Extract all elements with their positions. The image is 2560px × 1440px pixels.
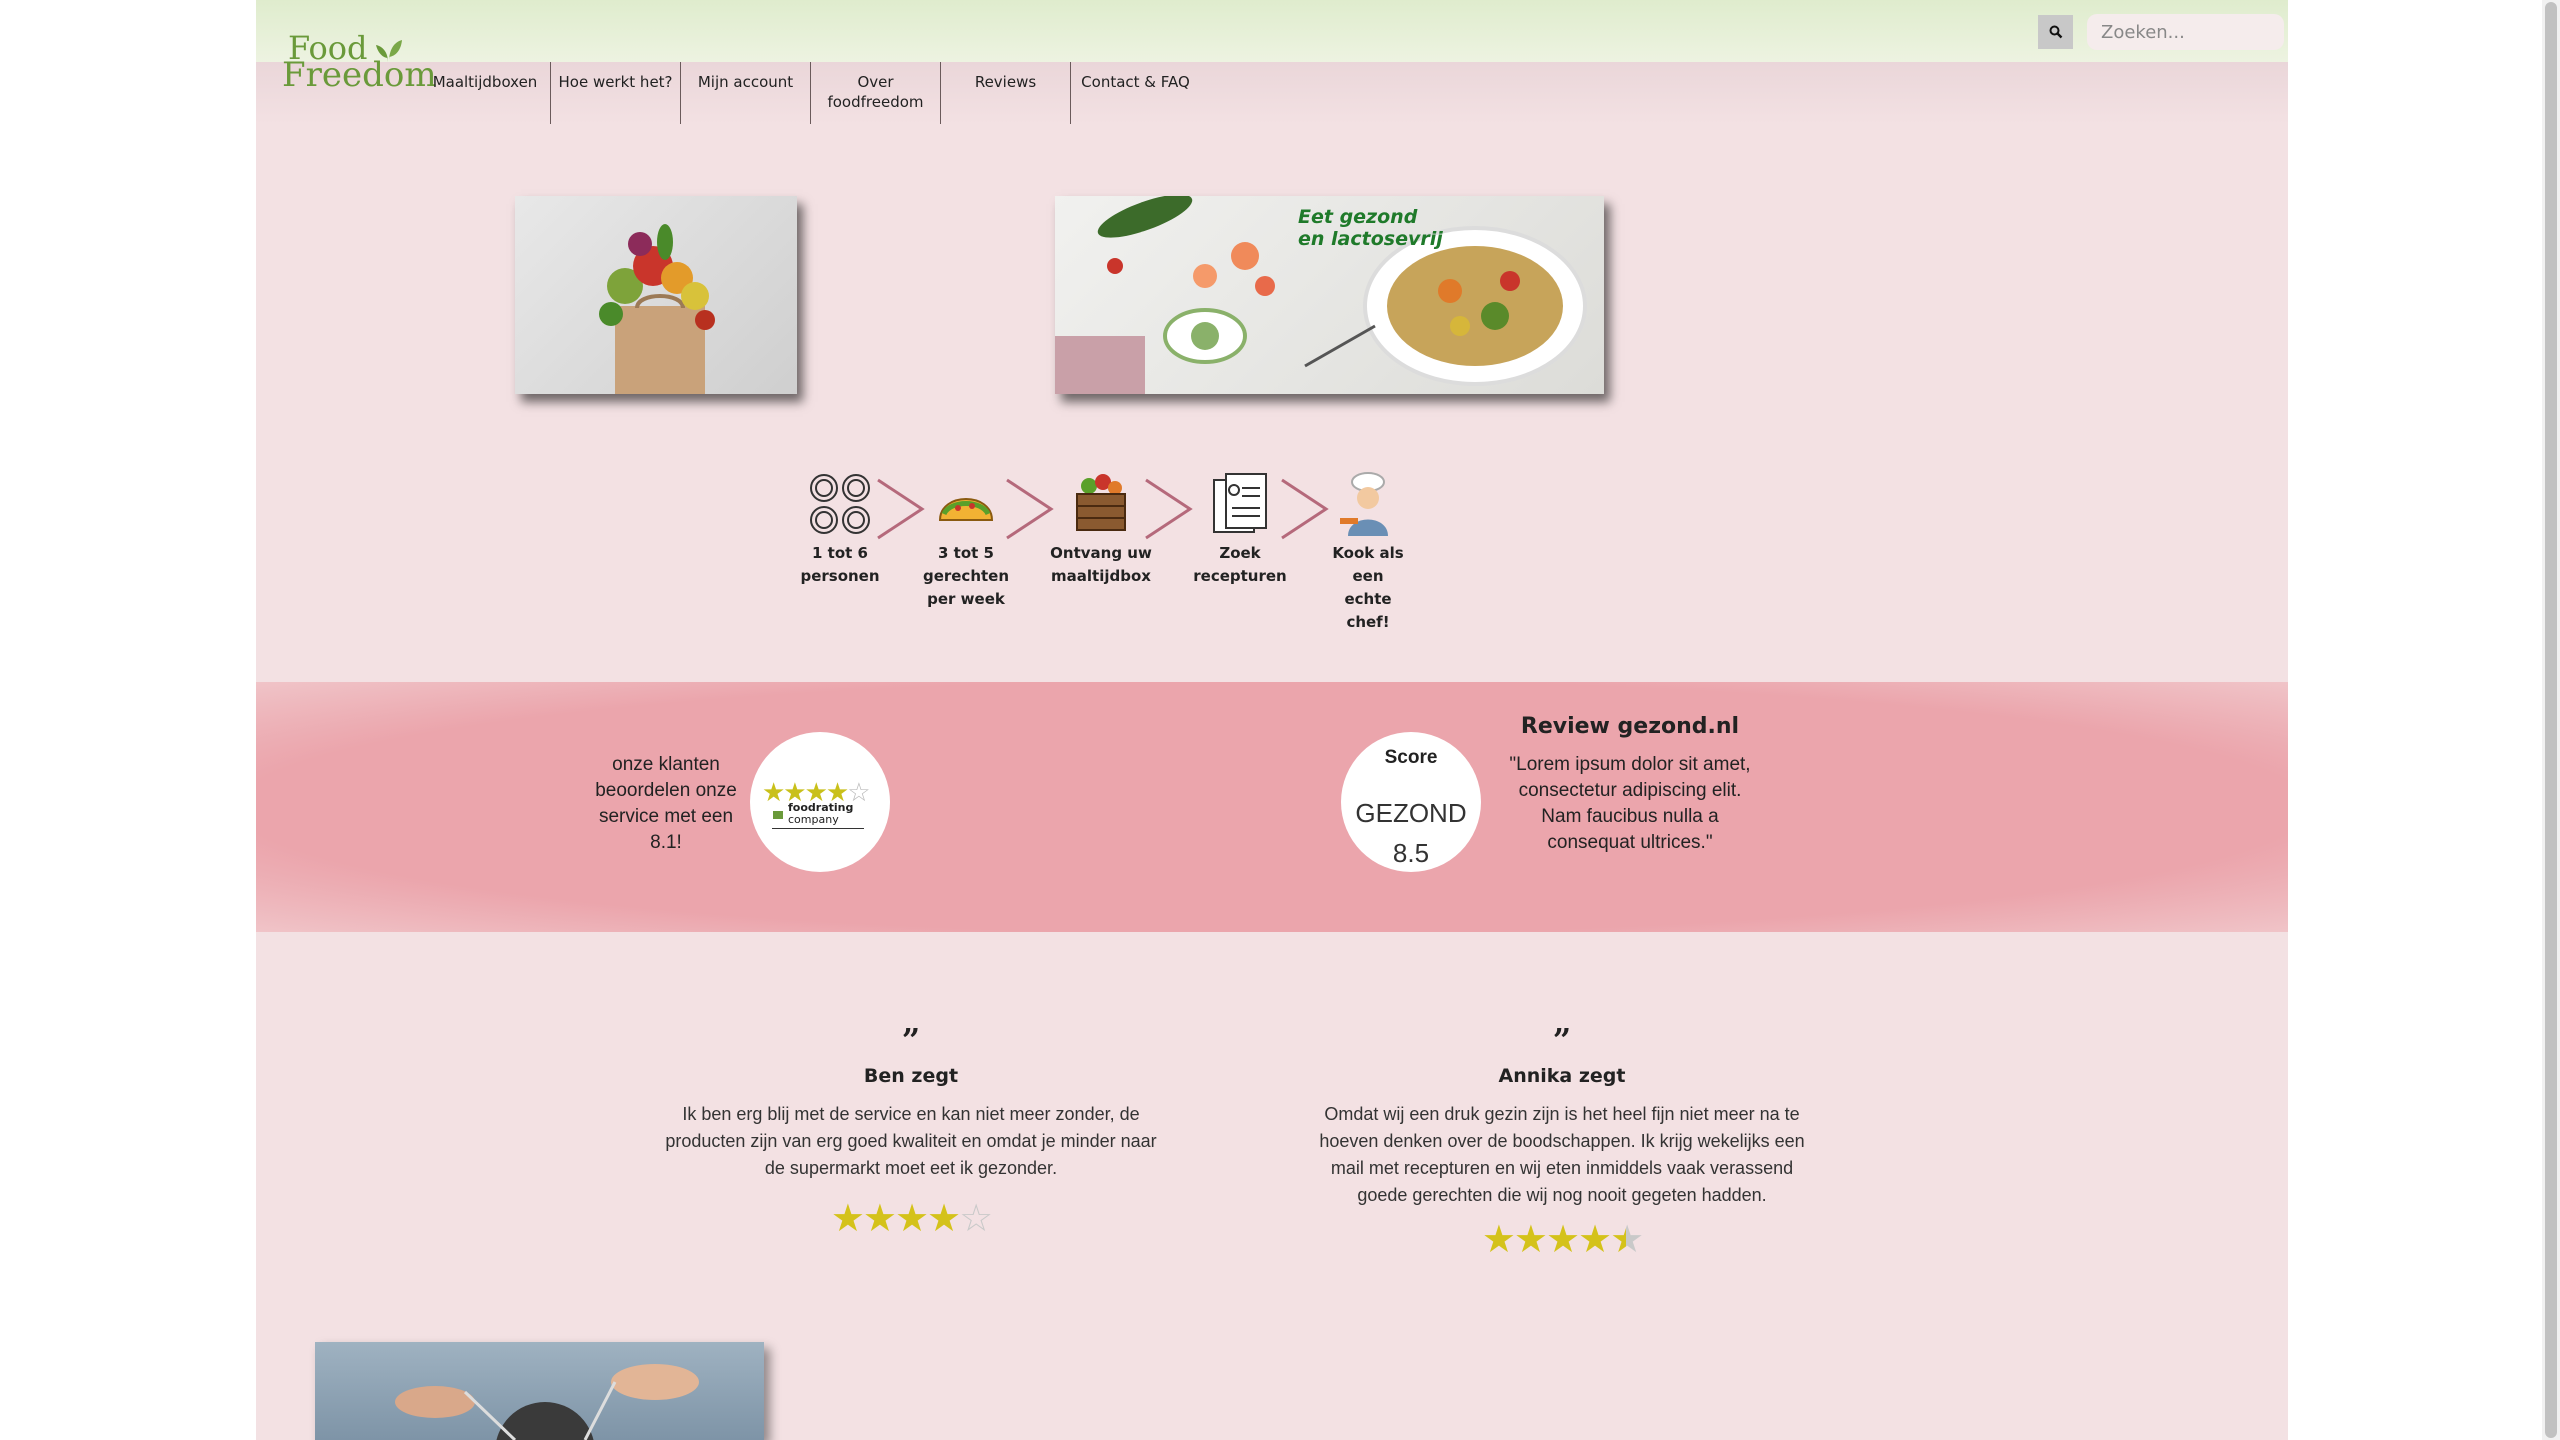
main-nav: Maaltijdboxen Hoe werkt het? Mijn accoun… bbox=[420, 62, 1200, 124]
search-input[interactable] bbox=[2087, 14, 2284, 50]
nav-item-maaltijdboxen[interactable]: Maaltijdboxen bbox=[420, 62, 550, 124]
testimonial-author: Annika zegt bbox=[1498, 1065, 1626, 1087]
review-title: Review gezond.nl bbox=[1520, 714, 1740, 739]
chef-icon bbox=[1340, 472, 1388, 536]
logo[interactable]: Food Freedom bbox=[282, 30, 437, 92]
nav-item-contact-faq[interactable]: Contact & FAQ bbox=[1070, 62, 1200, 124]
scrollbar[interactable] bbox=[2542, 0, 2560, 1440]
score-badge[interactable]: Score GEZOND 8.5 bbox=[1341, 732, 1481, 872]
quote-mark-icon: ” bbox=[1552, 1021, 1572, 1059]
chevron-right-icon bbox=[1281, 478, 1329, 540]
review-quote: "Lorem ipsum dolor sit amet, consectetur… bbox=[1509, 754, 1751, 853]
scrollbar-thumb[interactable] bbox=[2545, 2, 2557, 1438]
shared-meal-image bbox=[315, 1342, 764, 1440]
top-bar bbox=[256, 0, 2288, 62]
testimonial-stars: ★★★★☆ bbox=[830, 1196, 993, 1240]
nav-item-over-foodfreedom[interactable]: Over foodfreedom bbox=[810, 62, 940, 124]
chevron-right-icon bbox=[1006, 478, 1054, 540]
logo-line2: Freedom bbox=[282, 55, 437, 95]
taco-icon bbox=[938, 498, 994, 521]
testimonial-card: ” Ben zegt Ik ben erg blij met de servic… bbox=[661, 1021, 1161, 1240]
nav-item-reviews[interactable]: Reviews bbox=[940, 62, 1070, 124]
page: Food Freedom Maaltijdboxen Hoe werkt het… bbox=[256, 0, 2288, 1440]
groceries-bag-image bbox=[515, 196, 797, 394]
ratings-band: onze klanten beoordelen onze service met… bbox=[256, 682, 2288, 932]
testimonial-text: Omdat wij een druk gezin zijn is het hee… bbox=[1319, 1104, 1805, 1205]
nav-item-hoe-werkt-het[interactable]: Hoe werkt het? bbox=[550, 62, 680, 124]
testimonial-text: Ik ben erg blij met de service en kan ni… bbox=[665, 1104, 1157, 1178]
testimonial-card: ” Annika zegt Omdat wij een druk gezin z… bbox=[1312, 1021, 1812, 1261]
chevron-right-icon bbox=[1145, 478, 1193, 540]
step-label: 1 tot 6 personen bbox=[800, 544, 880, 585]
bag-logo-icon bbox=[773, 811, 783, 819]
nav-item-mijn-account[interactable]: Mijn account bbox=[680, 62, 810, 124]
quote-mark-icon: ” bbox=[901, 1021, 921, 1059]
recipe-book-icon bbox=[1213, 473, 1267, 533]
rating-brand-line2: company bbox=[788, 813, 839, 826]
score-name: GEZOND bbox=[1355, 798, 1467, 828]
customer-rating-text: onze klanten beoordelen onze service met… bbox=[595, 754, 737, 853]
step-label: Ontvang uw maaltijdbox bbox=[1050, 544, 1152, 585]
testimonial-author: Ben zegt bbox=[863, 1065, 959, 1087]
score-value: 8.5 bbox=[1392, 838, 1430, 868]
rating-badge[interactable]: ★★★★☆ foodrating company bbox=[750, 732, 890, 872]
step-label: Kook als een echte chef! bbox=[1332, 544, 1404, 631]
veggie-crate-icon bbox=[1076, 474, 1126, 531]
search-icon bbox=[2049, 25, 2062, 39]
dish-slogan-line1: Eet gezond bbox=[1298, 206, 1418, 228]
step-label: 3 tot 5 gerechten per week bbox=[922, 544, 1010, 608]
search-button[interactable] bbox=[2038, 15, 2073, 49]
healthy-dish-image: Eet gezond en lactosevrij bbox=[1055, 196, 1604, 394]
rating-badge-logo: foodrating company bbox=[772, 802, 872, 829]
how-it-works-steps: 1 tot 6 personen 3 tot 5 gerechten per w… bbox=[256, 470, 2288, 640]
chevron-right-icon bbox=[877, 478, 925, 540]
step-label: Zoek recepturen bbox=[1193, 544, 1287, 585]
testimonial-stars: ★★★★★ bbox=[1481, 1217, 1644, 1261]
dish-slogan-line2: en lactosevrij bbox=[1298, 228, 1443, 250]
score-title: Score bbox=[1384, 747, 1438, 768]
dish-slogan: Eet gezond en lactosevrij bbox=[1298, 206, 1443, 250]
plates-icon bbox=[810, 474, 870, 534]
